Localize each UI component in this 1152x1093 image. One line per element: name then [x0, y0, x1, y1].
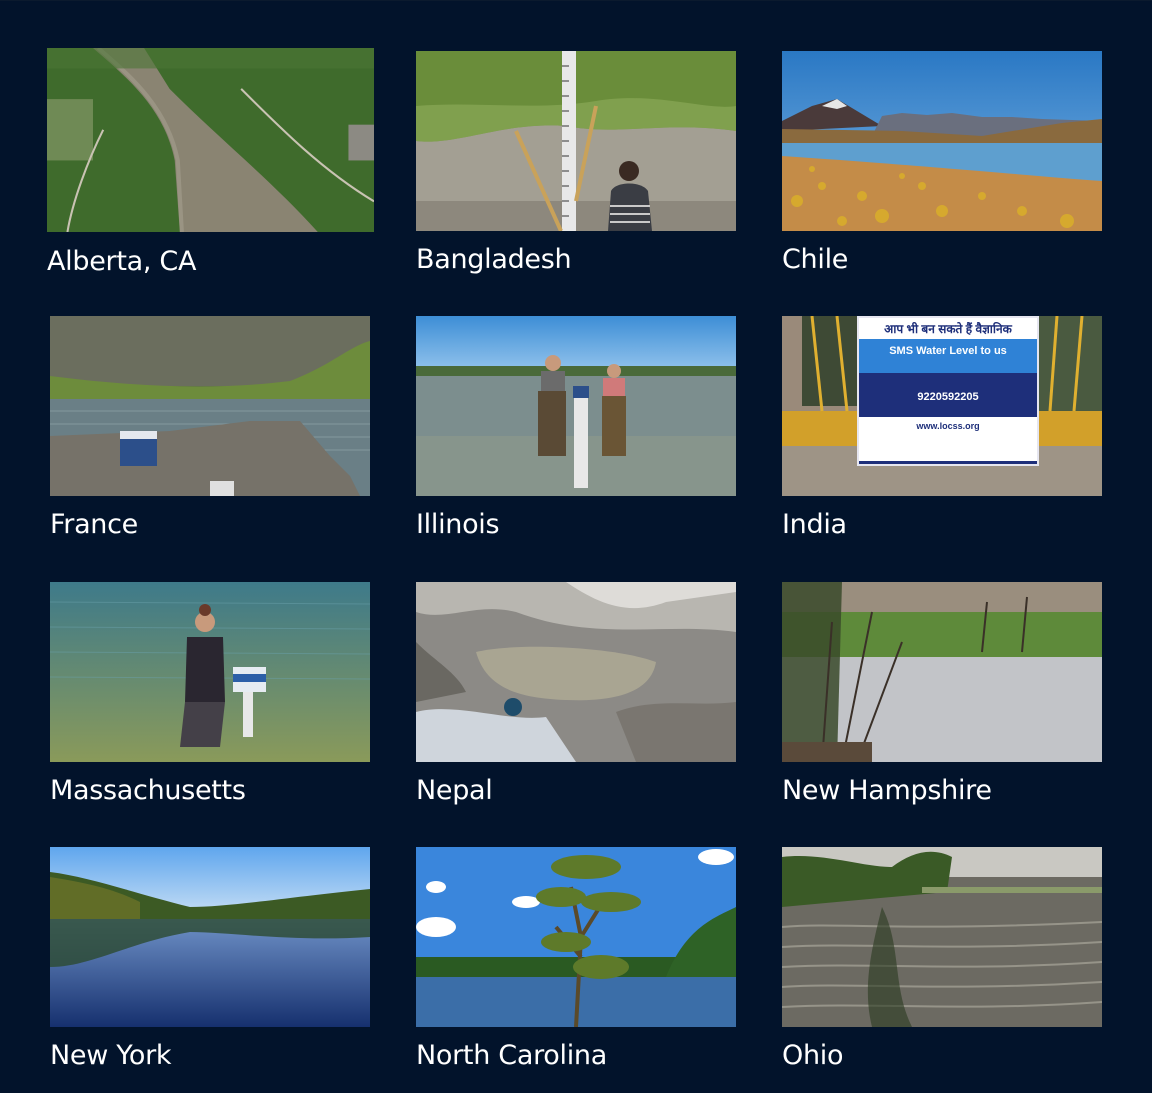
sms-water-level-sign: आप भी बन सकते हैं वैज्ञानिक SMS Water Le… — [857, 316, 1039, 466]
gallery-label: Ohio — [782, 1040, 844, 1071]
gallery-label: Bangladesh — [416, 244, 572, 275]
gallery-label: Nepal — [416, 775, 493, 806]
gallery-label: New Hampshire — [782, 775, 992, 806]
location-gallery: Alberta, CA Bangladesh Chile France Illi… — [0, 1, 1152, 1093]
ohio-photo[interactable] — [782, 847, 1102, 1027]
gallery-label: France — [50, 509, 138, 540]
gallery-label: India — [782, 509, 847, 540]
bangladesh-photo[interactable] — [416, 51, 736, 231]
gallery-label: Illinois — [416, 509, 500, 540]
sign-title: SMS Water Level to us — [859, 339, 1037, 373]
france-photo[interactable] — [50, 316, 370, 496]
chile-photo[interactable] — [782, 51, 1102, 231]
sign-hindi-heading: आप भी बन सकते हैं वैज्ञानिक — [859, 318, 1037, 339]
new-york-photo[interactable] — [50, 847, 370, 1027]
india-photo[interactable]: आप भी बन सकते हैं वैज्ञानिक SMS Water Le… — [782, 316, 1102, 496]
massachusetts-photo[interactable] — [50, 582, 370, 762]
sign-url: www.locss.org — [859, 417, 1037, 461]
gallery-label: Massachusetts — [50, 775, 246, 806]
north-carolina-photo[interactable] — [416, 847, 736, 1027]
gallery-label: Chile — [782, 244, 849, 275]
gallery-label: North Carolina — [416, 1040, 607, 1071]
illinois-photo[interactable] — [416, 316, 736, 496]
alberta-photo[interactable] — [47, 48, 374, 232]
nepal-photo[interactable] — [416, 582, 736, 762]
gallery-label: Alberta, CA — [47, 246, 197, 277]
gallery-label: New York — [50, 1040, 172, 1071]
sign-phone-number: 9220592205 — [917, 391, 979, 403]
new-hampshire-photo[interactable] — [782, 582, 1102, 762]
